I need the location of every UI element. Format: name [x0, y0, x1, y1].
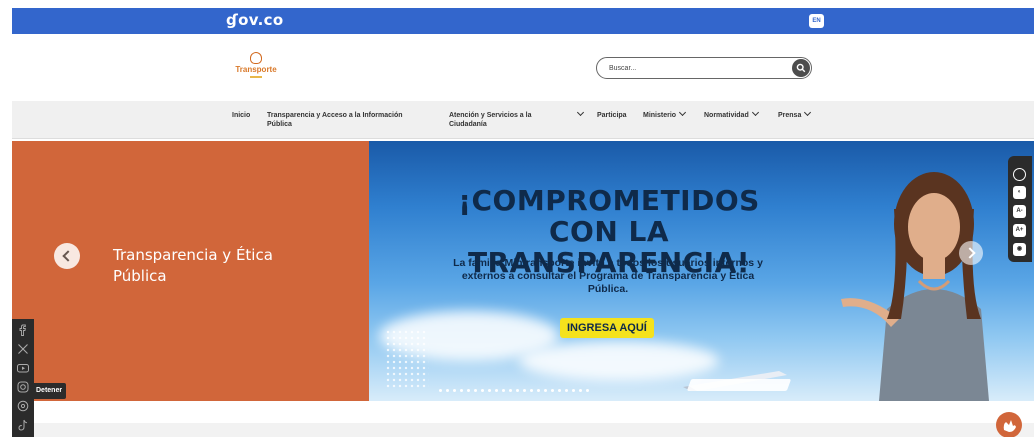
ministry-logo[interactable]: Transporte: [226, 52, 286, 88]
hero-caption-panel: Transparencia y Ética Pública: [12, 141, 369, 401]
youtube-icon[interactable]: [16, 361, 30, 375]
sign-language-icon: [1003, 420, 1016, 432]
search-button[interactable]: [792, 59, 810, 77]
search-icon: [796, 63, 806, 73]
logo-text: Transporte: [235, 65, 277, 74]
shield-emblem-icon: [250, 52, 262, 64]
nav-item-normatividad[interactable]: Normatividad: [704, 108, 759, 120]
search-input[interactable]: [609, 62, 779, 75]
tiktok-icon[interactable]: [16, 418, 30, 432]
chevron-down-icon: [751, 108, 759, 117]
sign-language-button[interactable]: [996, 412, 1022, 437]
carousel-prev-button[interactable]: [54, 243, 80, 269]
nav-label: Transparencia y Acceso a la Información …: [267, 112, 403, 128]
stop-tooltip: Detener: [32, 383, 67, 399]
nav-label: Inicio: [232, 112, 251, 119]
gov-bar: ɠov.co EN: [12, 8, 1034, 34]
carousel-indicators[interactable]: [439, 379, 639, 392]
chevron-down-icon: [576, 108, 585, 117]
logo-underline: [250, 76, 262, 78]
dot-pattern: [385, 329, 429, 389]
hero-banner-image[interactable]: ¡COMPROMETIDOS CON LA TRANSPARENCIA! La …: [369, 141, 1034, 401]
language-button[interactable]: EN: [809, 14, 824, 28]
carousel-next-button[interactable]: [959, 241, 983, 265]
nav-item-participa[interactable]: Participa: [597, 111, 627, 120]
ingresa-aqui-button[interactable]: INGRESA AQUÍ: [560, 318, 654, 338]
nav-item-ministerio[interactable]: Ministerio: [643, 108, 687, 120]
nav-label: Prensa: [778, 112, 802, 119]
text-large-icon[interactable]: A+: [1013, 224, 1026, 237]
nav-item-inicio[interactable]: Inicio: [232, 111, 250, 120]
contrast-icon[interactable]: [1013, 168, 1026, 181]
social-bar: [12, 319, 34, 437]
nav-item-prensa[interactable]: Prensa: [778, 108, 812, 120]
page: ɠov.co EN Transporte Inicio Transparenci…: [0, 0, 1034, 437]
nav-item-atencion-toggle[interactable]: [574, 108, 585, 120]
chevron-down-icon: [804, 108, 812, 117]
nav-label: Atención y Servicios a la Ciudadanía: [449, 112, 532, 128]
main-nav: Inicio Transparencia y Acceso a la Infor…: [12, 101, 1034, 139]
instagram-icon[interactable]: [16, 380, 30, 394]
x-icon[interactable]: [16, 342, 30, 356]
text-decrease-icon[interactable]: ◐: [1013, 186, 1026, 199]
text-small-icon[interactable]: A-: [1013, 205, 1026, 218]
hero-title: Transparencia y Ética Pública: [113, 246, 273, 285]
nav-label: Normatividad: [704, 112, 749, 119]
search-box: [596, 57, 812, 79]
hero-carousel: Transparencia y Ética Pública ¡COMPROMET…: [12, 141, 1034, 401]
banner-text: La familia Mintransporte invita a todos …: [453, 257, 763, 295]
threads-icon[interactable]: [16, 399, 30, 413]
chevron-down-icon: [679, 108, 687, 117]
nav-item-transparencia[interactable]: Transparencia y Acceso a la Información …: [267, 111, 427, 129]
nav-label: Participa: [597, 112, 627, 119]
book-illustration: [686, 379, 792, 391]
gov-co-logo[interactable]: ɠov.co: [226, 11, 283, 29]
woman-photo: [841, 172, 989, 401]
content-strip: [34, 423, 1034, 437]
nav-label: Ministerio: [643, 112, 677, 119]
accessibility-toolbar: ◐ A- A+ ◉: [1008, 156, 1032, 262]
screen-reader-icon[interactable]: ◉: [1013, 243, 1026, 256]
facebook-icon[interactable]: [16, 323, 30, 337]
nav-item-atencion[interactable]: Atención y Servicios a la Ciudadanía: [449, 111, 561, 129]
